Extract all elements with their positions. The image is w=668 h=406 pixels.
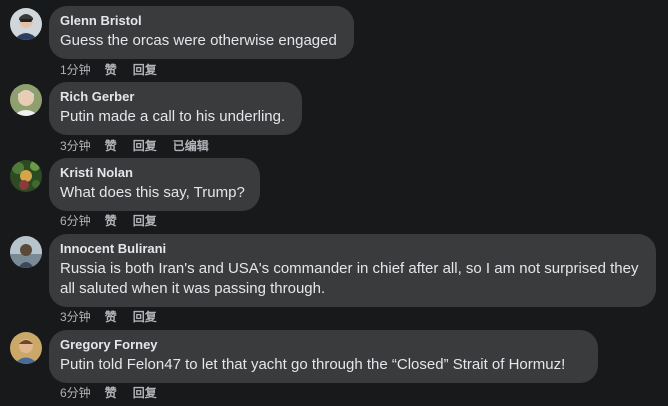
like-button[interactable]: 赞 [105, 62, 117, 78]
comment-text: Guess the orcas were otherwise engaged [60, 32, 337, 49]
reply-button[interactable]: 回复 [133, 138, 157, 154]
like-button[interactable]: 赞 [105, 385, 117, 401]
comment-time[interactable]: 1分钟 [60, 62, 91, 78]
avatar-image [10, 8, 42, 40]
comment-actions: 3分钟 赞 回复 [60, 309, 173, 325]
comment-author[interactable]: Gregory Forney [60, 337, 586, 353]
like-button[interactable]: 赞 [105, 138, 117, 154]
comment-time[interactable]: 6分钟 [60, 213, 91, 229]
comment-text: Putin told Felon47 to let that yacht go … [60, 356, 566, 373]
comment-bubble: Glenn Bristol Guess the orcas were other… [49, 6, 354, 59]
comment-author[interactable]: Kristi Nolan [60, 165, 248, 181]
comment-text: Putin made a call to his underling. [60, 108, 286, 125]
reply-button[interactable]: 回复 [133, 385, 157, 401]
like-button[interactable]: 赞 [105, 213, 117, 229]
comment-bubble: Rich Gerber Putin made a call to his und… [49, 82, 302, 135]
comment-feed: Glenn Bristol Guess the orcas were other… [0, 0, 668, 406]
avatar-image [10, 84, 42, 116]
avatar[interactable] [10, 84, 42, 116]
comment-bubble: Kristi Nolan What does this say, Trump? [49, 158, 260, 211]
comment-actions: 1分钟 赞 回复 [60, 62, 173, 78]
avatar[interactable] [10, 332, 42, 364]
comment-bubble: Gregory Forney Putin told Felon47 to let… [49, 330, 598, 383]
comment-bubble: Innocent Bulirani Russia is both Iran's … [49, 234, 656, 307]
comment-actions: 6分钟 赞 回复 [60, 385, 173, 401]
comment-author[interactable]: Innocent Bulirani [60, 241, 644, 257]
reply-button[interactable]: 回复 [133, 213, 157, 229]
comment-time[interactable]: 6分钟 [60, 385, 91, 401]
comment-text: What does this say, Trump? [60, 184, 245, 201]
like-button[interactable]: 赞 [105, 309, 117, 325]
comment-actions: 3分钟 赞 回复 已编辑 [60, 138, 225, 154]
comment-time[interactable]: 3分钟 [60, 138, 91, 154]
edited-label[interactable]: 已编辑 [173, 138, 209, 154]
comment-author[interactable]: Glenn Bristol [60, 13, 342, 29]
avatar-image [10, 236, 42, 268]
avatar-image [10, 332, 42, 364]
avatar[interactable] [10, 236, 42, 268]
reply-button[interactable]: 回复 [133, 309, 157, 325]
comment-text: Russia is both Iran's and USA's commande… [60, 260, 639, 297]
comment-author[interactable]: Rich Gerber [60, 89, 290, 105]
comment-time[interactable]: 3分钟 [60, 309, 91, 325]
avatar-image [10, 160, 42, 192]
avatar[interactable] [10, 8, 42, 40]
avatar[interactable] [10, 160, 42, 192]
reply-button[interactable]: 回复 [133, 62, 157, 78]
comment-actions: 6分钟 赞 回复 [60, 213, 173, 229]
